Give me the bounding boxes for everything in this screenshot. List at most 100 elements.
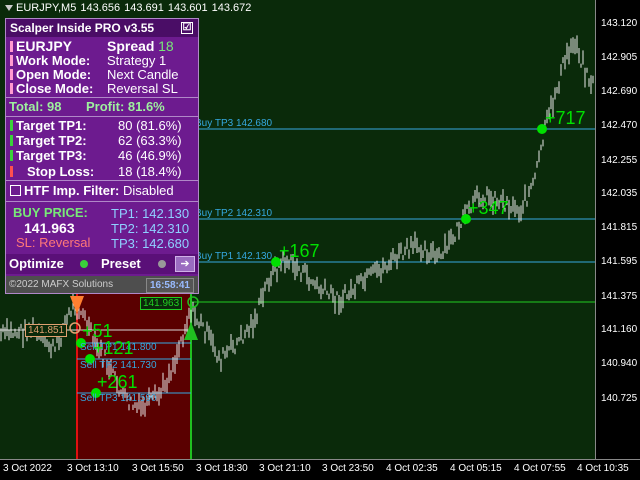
htf-checkbox[interactable] <box>10 185 21 196</box>
tp1-row: Target TP1: <box>10 118 87 133</box>
price-tick-label: 141.595 <box>601 256 638 267</box>
price-tick-label: 141.375 <box>601 291 638 302</box>
sell-tp3-label: Sell TP3 141.590 <box>80 393 157 404</box>
sl-value: 18 (18.4%) <box>118 164 182 179</box>
optimize-button[interactable]: Optimize <box>9 256 64 271</box>
buy-tp2-label: Buy TP2 142.310 <box>195 208 273 219</box>
action-row: Optimize Preset ➔ <box>6 254 198 274</box>
tp1-value: 80 (81.6%) <box>118 118 182 133</box>
price-tick-label: 141.160 <box>601 324 638 335</box>
htf-value: Disabled <box>122 183 174 198</box>
tp3-row: Target TP3: <box>10 148 87 163</box>
profit-sell-tp2: +121 <box>93 338 134 358</box>
clock: 16:58:41 <box>145 278 194 293</box>
price-tick-label: 141.815 <box>601 222 638 233</box>
sell-tp2-label: Sell TP2 141.730 <box>80 360 157 371</box>
tp3-price: TP3: 142.680 <box>111 236 190 251</box>
sl-label: Stop Loss: <box>27 164 95 179</box>
price-tick-label: 142.690 <box>601 86 638 97</box>
panel-footer: ©2022 MAFX Solutions 16:58:41 <box>6 276 198 293</box>
work-mode-row: Work Mode: <box>10 53 90 68</box>
tp1-price: TP1: 142.130 <box>111 206 190 221</box>
buy-tp3-label: Buy TP3 142.680 <box>195 118 273 129</box>
price-tick-label: 142.255 <box>601 155 638 166</box>
time-tick-label: 3 Oct 21:10 <box>259 463 311 474</box>
tp2-value: 62 (63.3%) <box>118 133 182 148</box>
price-tick-label: 142.035 <box>601 188 638 199</box>
preset-status-dot-icon <box>158 260 166 268</box>
tp1-label: Target TP1: <box>16 118 87 133</box>
entry-sell-label: 141.851 <box>25 324 68 337</box>
bullet-icon <box>10 135 13 146</box>
chart-window[interactable]: EURJPY,M5 143.656 143.691 143.601 143.672 14… <box>0 0 640 480</box>
preset-button[interactable]: Preset <box>101 256 141 271</box>
bullet-icon <box>10 69 13 80</box>
total-stat: Total: 98 <box>9 99 62 114</box>
buy-price-value: 141.963 <box>24 220 75 236</box>
htf-filter-row[interactable]: HTF Imp. Filter: Disabled <box>10 183 174 198</box>
ohlc-low: 143.601 <box>167 2 208 14</box>
profit-buy-tp3: +717 <box>545 108 586 128</box>
tp2-price: TP2: 142.310 <box>111 221 190 236</box>
spread-row: Spread 18 <box>107 38 174 54</box>
htf-label: HTF Imp. Filter: <box>24 183 120 198</box>
chart-header: EURJPY,M5 143.656 143.691 143.601 143.672 <box>0 0 255 16</box>
bullet-icon <box>10 55 13 66</box>
time-tick-label: 4 Oct 05:15 <box>450 463 502 474</box>
panel-title-bar[interactable]: Scalper Inside PRO v3.55 ☑ <box>6 19 198 37</box>
copyright: ©2022 MAFX Solutions <box>9 279 114 290</box>
work-mode-value: Strategy 1 <box>107 53 167 68</box>
time-tick-label: 3 Oct 2022 <box>3 463 52 474</box>
bullet-icon <box>10 41 13 52</box>
time-tick-label: 3 Oct 13:10 <box>67 463 119 474</box>
time-tick-label: 3 Oct 18:30 <box>196 463 248 474</box>
panel-title: Scalper Inside PRO v3.55 <box>10 21 155 35</box>
time-tick-label: 4 Oct 02:35 <box>386 463 438 474</box>
spread-label: Spread <box>107 38 155 54</box>
tp3-label: Target TP3: <box>16 148 87 163</box>
profit-sell-tp3: +261 <box>97 372 138 392</box>
profit-buy-tp2: +347 <box>468 198 509 218</box>
time-tick-label: 4 Oct 07:55 <box>514 463 566 474</box>
buy-tp1-label: Buy TP1 142.130 <box>195 251 273 262</box>
profit-buy-tp1: +167 <box>279 241 320 261</box>
panel-symbol: EURJPY <box>16 38 73 54</box>
tp2-label: Target TP2: <box>16 133 87 148</box>
divider <box>6 180 198 181</box>
profit-stat: Profit: 81.6% <box>86 99 165 114</box>
buy-price-label: BUY PRICE: <box>13 205 88 220</box>
price-tick-label: 140.725 <box>601 393 638 404</box>
open-mode-label: Open Mode: <box>16 67 92 82</box>
ohlc-close: 143.672 <box>211 2 252 14</box>
chart-symbol: EURJPY,M5 <box>16 2 77 14</box>
ohlc-open: 143.656 <box>80 2 121 14</box>
panel-checkbox[interactable]: ☑ <box>181 22 193 34</box>
open-mode-value: Next Candle <box>107 67 179 82</box>
time-tick-label: 4 Oct 10:35 <box>577 463 629 474</box>
spread-value: 18 <box>158 38 174 54</box>
sl-row: Stop Loss: <box>10 164 94 179</box>
tp3-value: 46 (46.9%) <box>118 148 182 163</box>
scalper-panel[interactable]: Scalper Inside PRO v3.55 ☑ EURJPY Spread… <box>5 18 199 294</box>
optimize-status-dot-icon <box>80 260 88 268</box>
price-tick-label: 140.940 <box>601 358 638 369</box>
tp2-row: Target TP2: <box>10 133 87 148</box>
price-tick-label: 143.120 <box>601 18 638 29</box>
time-tick-label: 3 Oct 15:50 <box>132 463 184 474</box>
bullet-icon <box>10 120 13 131</box>
bullet-icon <box>10 150 13 161</box>
symbol-row: EURJPY <box>10 38 72 54</box>
divider <box>6 116 198 117</box>
time-tick-label: 3 Oct 23:50 <box>322 463 374 474</box>
price-tick-label: 142.905 <box>601 52 638 63</box>
close-mode-row: Close Mode: <box>10 81 93 96</box>
bullet-icon <box>10 166 13 177</box>
arrow-right-button[interactable]: ➔ <box>175 256 195 272</box>
divider <box>6 201 198 202</box>
close-mode-label: Close Mode: <box>16 81 94 96</box>
bullet-icon <box>10 83 13 94</box>
divider <box>6 97 198 98</box>
chevron-down-icon[interactable] <box>5 5 13 11</box>
close-mode-value: Reversal SL <box>107 81 178 96</box>
sl-reversal: SL: Reversal <box>16 235 91 250</box>
